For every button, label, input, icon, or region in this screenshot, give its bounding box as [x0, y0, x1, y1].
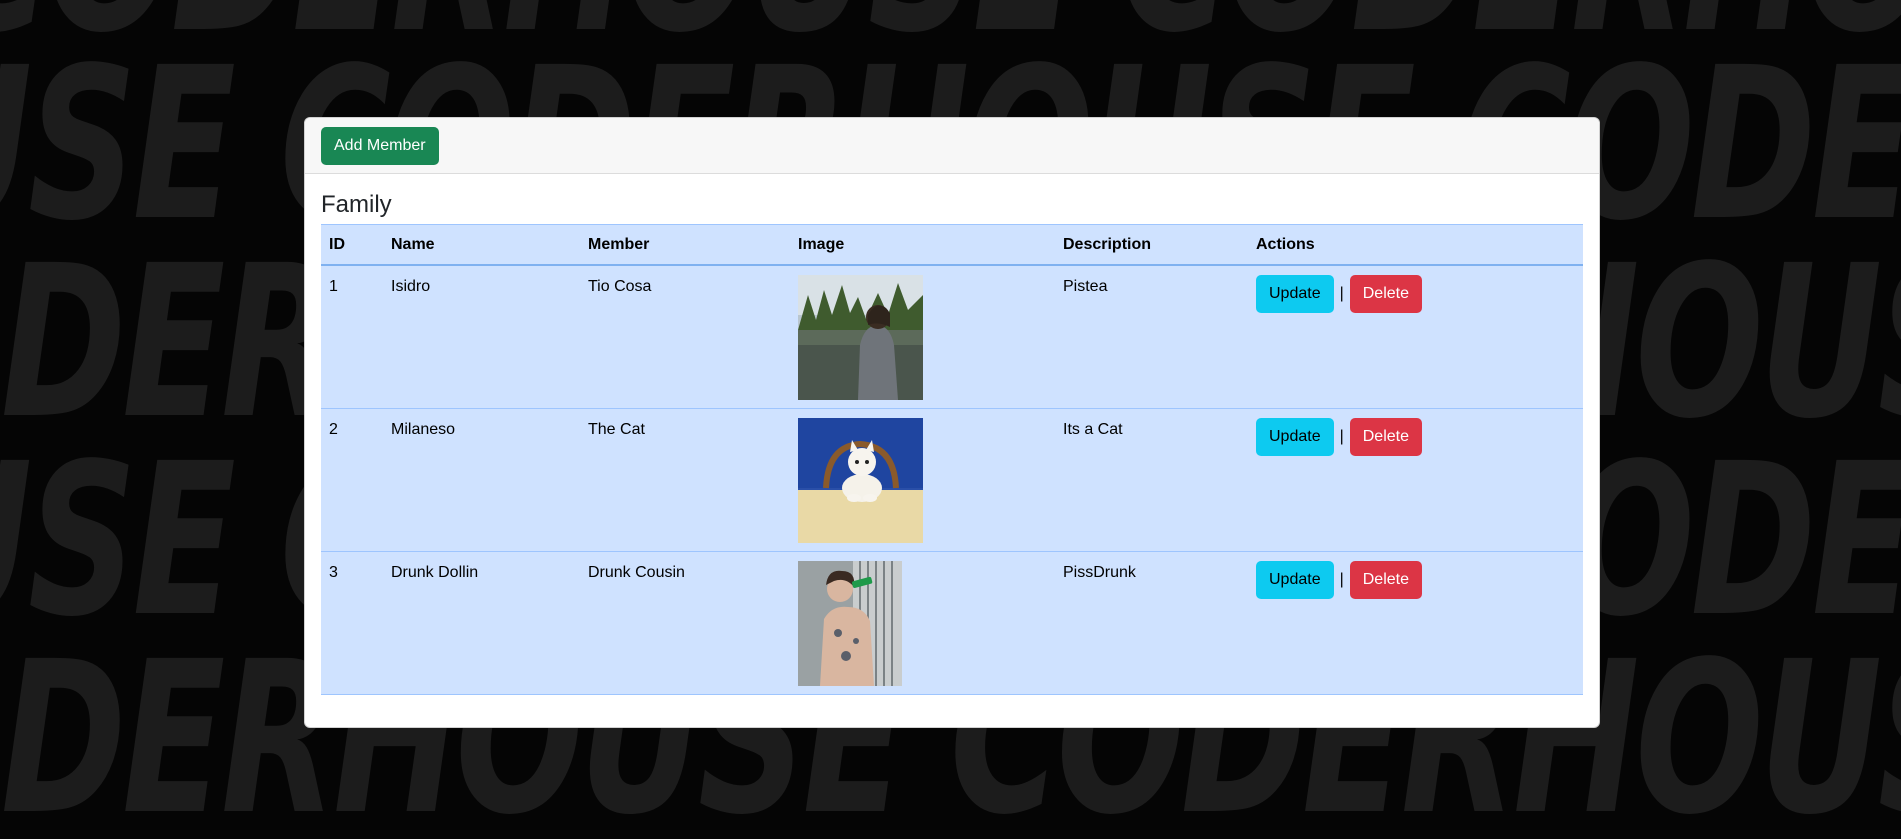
cell-member: Drunk Cousin: [580, 551, 790, 695]
cell-description: PissDrunk: [1055, 551, 1248, 695]
cell-image: [790, 408, 1055, 552]
cell-name: Milaneso: [383, 408, 580, 552]
update-button[interactable]: Update: [1256, 561, 1334, 599]
header-member: Member: [580, 224, 790, 266]
header-id: ID: [321, 224, 383, 266]
header-actions: Actions: [1248, 224, 1583, 266]
member-photo: [798, 561, 902, 686]
add-member-button[interactable]: Add Member: [321, 127, 439, 165]
header-name: Name: [383, 224, 580, 266]
table-row: 2 Milaneso The Cat Its a Cat Update | De…: [321, 408, 1583, 552]
cell-id: 3: [321, 551, 383, 695]
cell-description: Its a Cat: [1055, 408, 1248, 552]
cell-actions: Update | Delete: [1248, 265, 1583, 409]
card-header: Add Member: [305, 118, 1599, 174]
family-table: ID Name Member Image Description Actions…: [321, 224, 1583, 695]
cell-name: Drunk Dollin: [383, 551, 580, 695]
card-body: Family ID Name Member Image Description …: [305, 174, 1599, 711]
header-description: Description: [1055, 224, 1248, 266]
cell-image: [790, 551, 1055, 695]
cell-actions: Update | Delete: [1248, 408, 1583, 552]
cell-member: The Cat: [580, 408, 790, 552]
cell-image: [790, 265, 1055, 409]
update-button[interactable]: Update: [1256, 275, 1334, 313]
member-photo: [798, 275, 923, 400]
section-title: Family: [321, 191, 392, 218]
header-image: Image: [790, 224, 1055, 266]
delete-button[interactable]: Delete: [1349, 561, 1422, 599]
cell-name: Isidro: [383, 265, 580, 409]
action-separator: |: [1339, 571, 1344, 588]
cell-actions: Update | Delete: [1248, 551, 1583, 695]
table-row: 1 Isidro Tio Cosa Pistea Update | Delete: [321, 265, 1583, 409]
delete-button[interactable]: Delete: [1349, 418, 1422, 456]
action-separator: |: [1339, 428, 1344, 445]
table-header-row: ID Name Member Image Description Actions: [321, 224, 1583, 266]
cell-id: 2: [321, 408, 383, 552]
table-row: 3 Drunk Dollin Drunk Cousin PissDrunk Up…: [321, 551, 1583, 695]
delete-button[interactable]: Delete: [1349, 275, 1422, 313]
member-photo: [798, 418, 923, 543]
update-button[interactable]: Update: [1256, 418, 1334, 456]
cell-member: Tio Cosa: [580, 265, 790, 409]
cell-id: 1: [321, 265, 383, 409]
cell-description: Pistea: [1055, 265, 1248, 409]
family-card: Add Member Family ID Name Member Image D…: [304, 117, 1600, 728]
action-separator: |: [1339, 285, 1344, 302]
